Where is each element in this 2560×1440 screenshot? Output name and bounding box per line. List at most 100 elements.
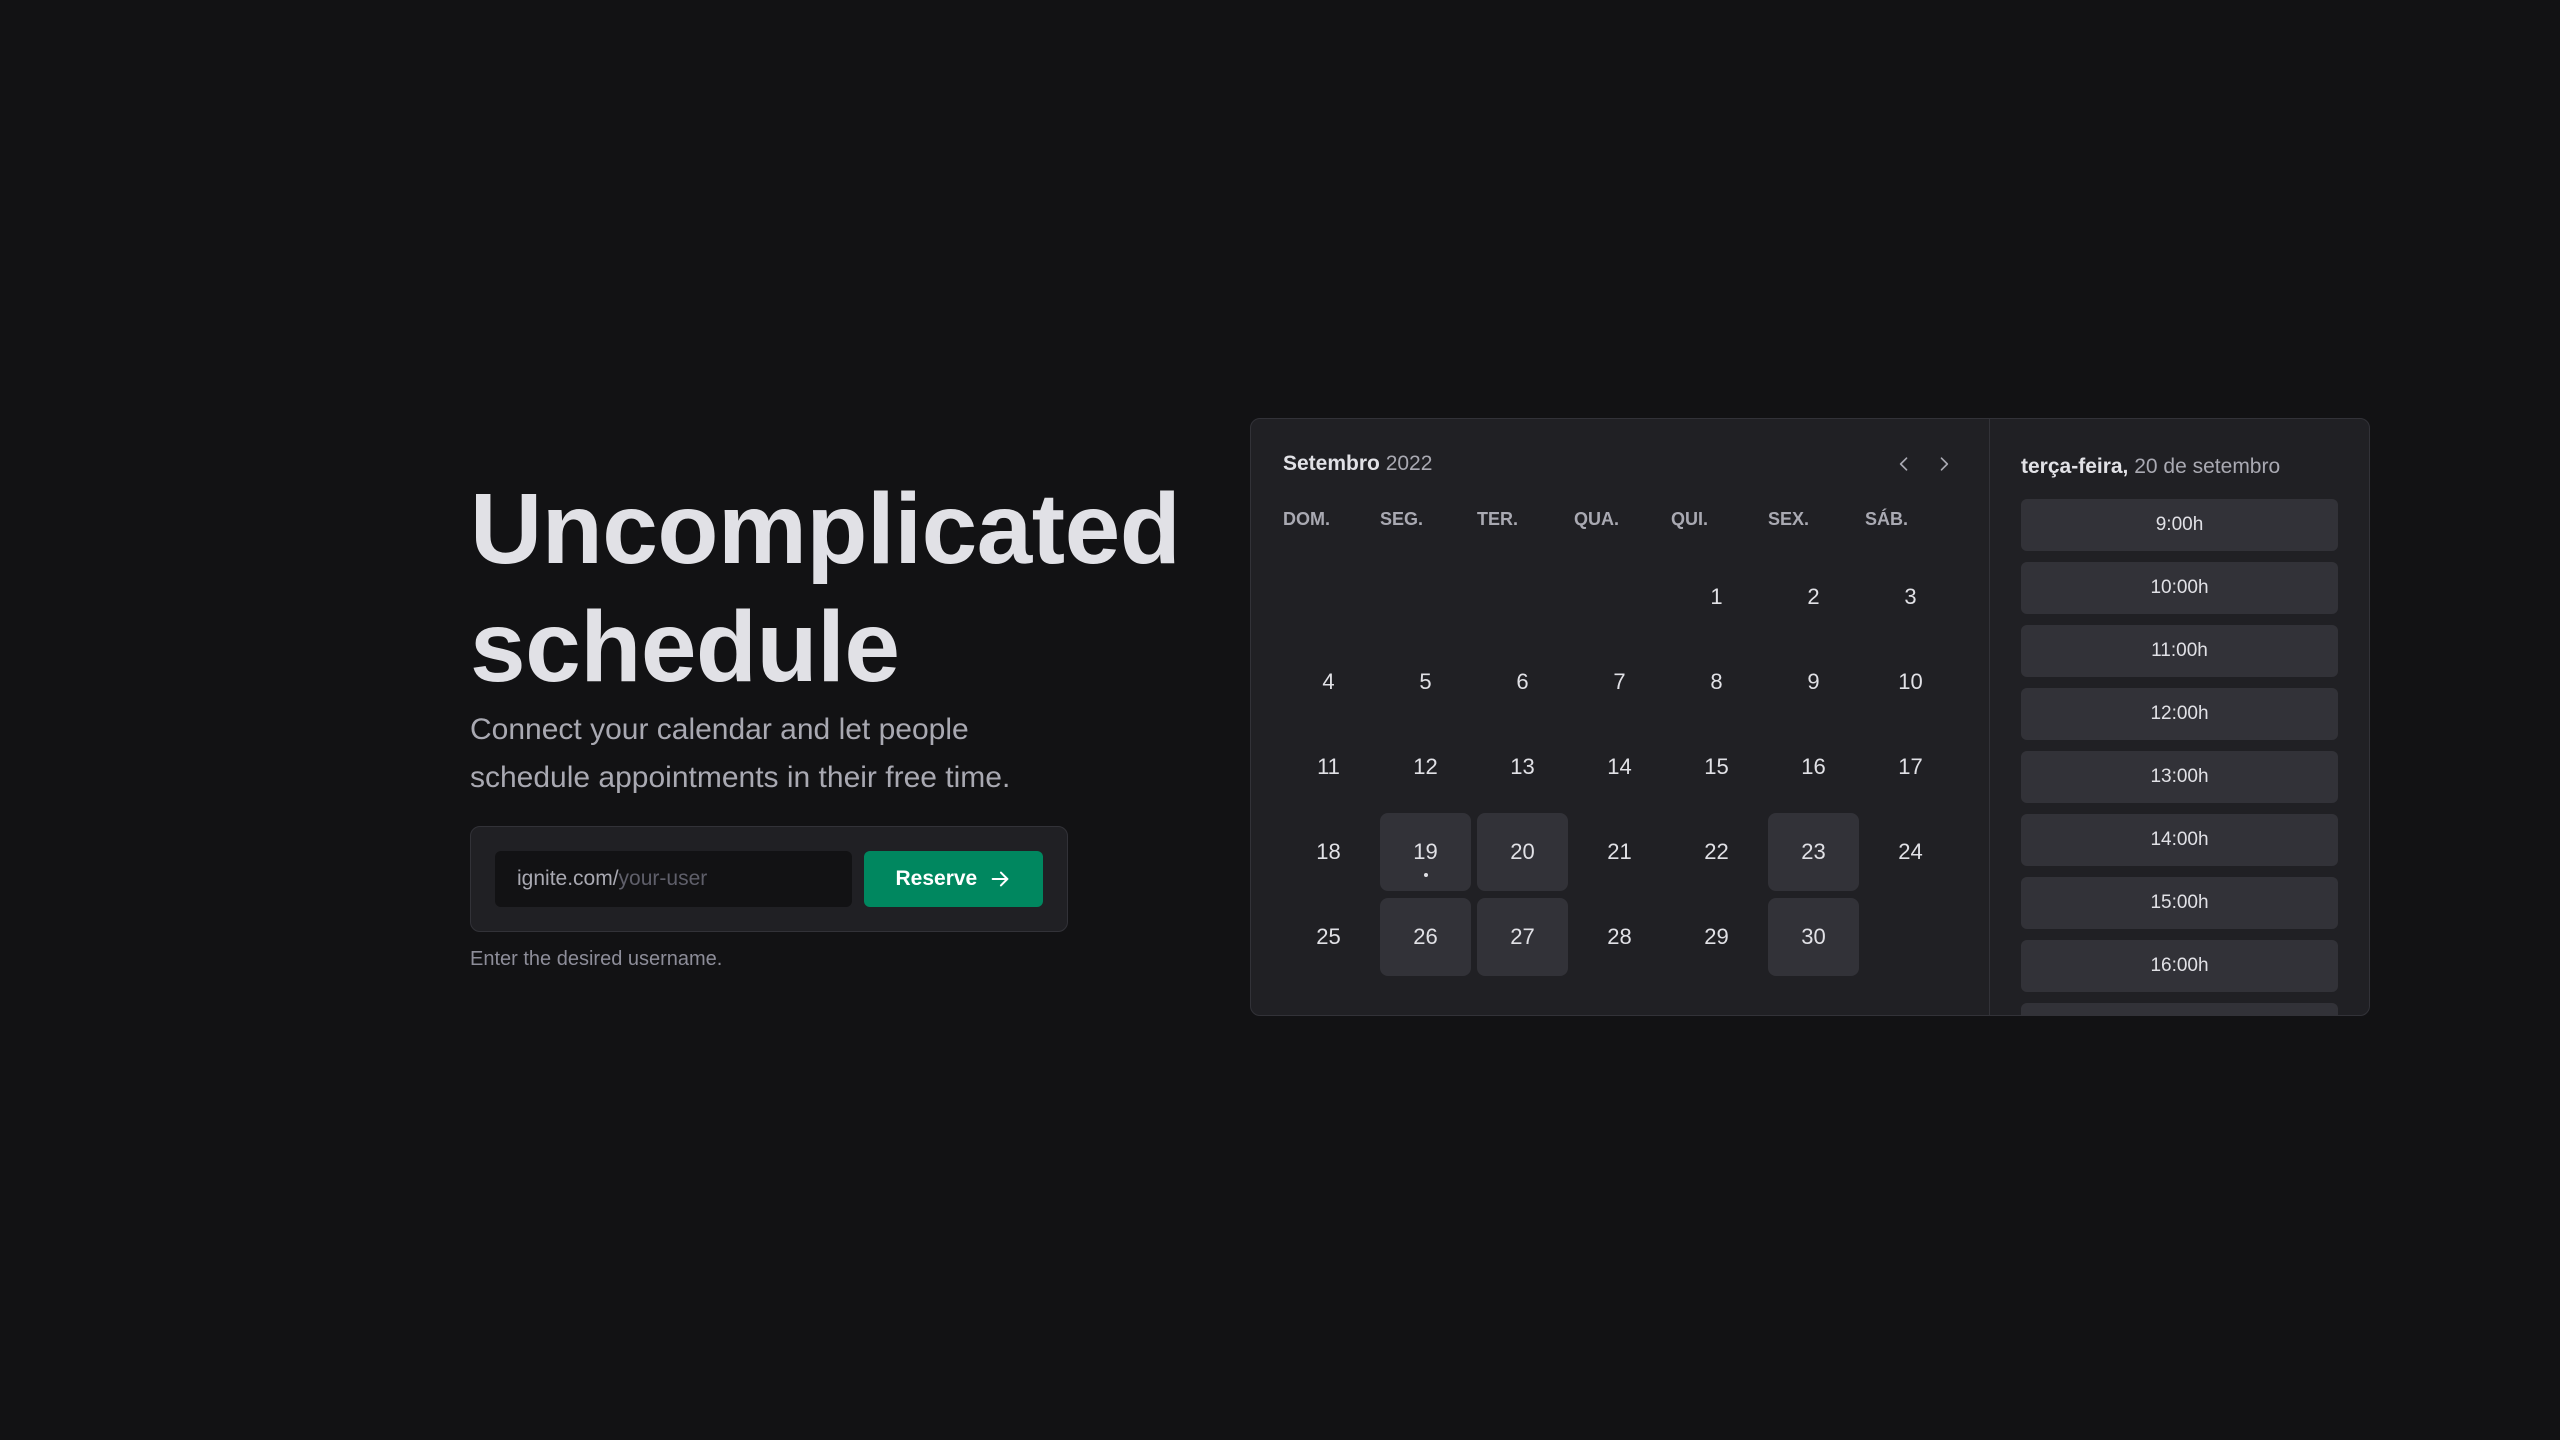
time-slot-button[interactable]: 12:00h [2021, 688, 2338, 740]
next-month-button[interactable] [1931, 451, 1957, 477]
calendar-day-number: 27 [1510, 924, 1535, 949]
calendar-day-empty [1477, 558, 1568, 636]
calendar-day: 3 [1865, 558, 1956, 636]
time-slot-button[interactable]: 10:00h [2021, 562, 2338, 614]
calendar-day-number: 16 [1801, 754, 1826, 779]
calendar-day: 2 [1768, 558, 1859, 636]
calendar-day-number: 12 [1413, 754, 1438, 779]
calendar-day: 11 [1283, 728, 1374, 806]
weekday-label: SEX. [1768, 509, 1810, 529]
calendar-day: 21 [1574, 813, 1665, 891]
calendar-day: 24 [1865, 813, 1956, 891]
calendar-day: 25 [1283, 898, 1374, 976]
calendar-day-number: 5 [1419, 669, 1432, 694]
time-slot-button[interactable]: 16:00h [2021, 940, 2338, 992]
reserve-button[interactable]: Reserve [863, 851, 1043, 907]
calendar-day-number: 6 [1516, 669, 1529, 694]
hero-title-line2: schedule [470, 591, 900, 703]
calendar-preview: Setembro 2022 DOM. SEG. TER. QUA. QUI. SEX. SÁ… [1250, 418, 2370, 1016]
hero-subtitle: Connect your calendar and let people sch… [470, 713, 1011, 794]
calendar-day-number: 14 [1607, 754, 1632, 779]
calendar-day: 22 [1671, 813, 1762, 891]
time-slot-button[interactable] [2021, 1003, 2338, 1015]
calendar-weekdays: DOM. SEG. TER. QUA. QUI. SEX. SÁB. [1283, 509, 1957, 530]
calendar-day-number: 21 [1607, 839, 1632, 864]
username-input-placeholder: your-user [618, 867, 708, 890]
calendar-day: 16 [1768, 728, 1859, 806]
username-input[interactable]: ignite.com/your-user [495, 851, 852, 907]
calendar-day-number: 19 [1413, 839, 1438, 864]
time-slot-button[interactable]: 11:00h [2021, 625, 2338, 677]
calendar-day[interactable]: 30 [1768, 898, 1859, 976]
weekday-label: SÁB. [1865, 509, 1909, 529]
calendar-day-number: 11 [1317, 754, 1340, 779]
calendar-day: 18 [1283, 813, 1374, 891]
time-slot-button[interactable]: 9:00h [2021, 499, 2338, 551]
prev-month-button[interactable] [1891, 451, 1917, 477]
calendar-day-number: 29 [1704, 924, 1729, 949]
calendar-month: Setembro [1283, 452, 1380, 475]
calendar-day-number: 9 [1807, 669, 1820, 694]
calendar-day-number: 13 [1510, 754, 1535, 779]
claim-username-form: ignite.com/your-user Reserve [470, 826, 1068, 932]
weekday-label: QUI. [1671, 509, 1709, 529]
time-picker-weekday: terça-feira, [2021, 455, 2129, 478]
weekday-label: TER. [1477, 509, 1519, 529]
calendar-day: 9 [1768, 643, 1859, 721]
chevron-right-icon [1940, 457, 1949, 471]
weekday-label: DOM. [1283, 509, 1330, 529]
arrow-right-icon [991, 871, 1009, 887]
page: Uncomplicated schedule Connect your cale… [0, 0, 2560, 1440]
calendar-day: 12 [1380, 728, 1471, 806]
time-slot-button[interactable]: 14:00h [2021, 814, 2338, 866]
time-slot-button[interactable]: 15:00h [2021, 877, 2338, 929]
calendar-day-number: 30 [1801, 924, 1826, 949]
calendar-day-number: 23 [1801, 839, 1826, 864]
hero-section: Uncomplicated schedule Connect your cale… [470, 470, 1181, 971]
calendar-day: 14 [1574, 728, 1665, 806]
calendar-day[interactable]: 27 [1477, 898, 1568, 976]
calendar-day: 1 [1671, 558, 1762, 636]
calendar-nav [1891, 451, 1957, 477]
hero-title: Uncomplicated schedule [470, 470, 1181, 706]
calendar-day-number: 8 [1710, 669, 1723, 694]
calendar-day-number: 24 [1898, 839, 1923, 864]
calendar-title: Setembro 2022 [1283, 452, 1432, 476]
calendar-day-number: 17 [1898, 754, 1923, 779]
calendar-day-number: 15 [1704, 754, 1729, 779]
calendar-day-empty [1283, 558, 1374, 636]
calendar-day-empty [1574, 558, 1665, 636]
calendar-day: 15 [1671, 728, 1762, 806]
calendar-day-number: 28 [1607, 924, 1632, 949]
chevron-left-icon [1899, 457, 1908, 471]
calendar-day: 28 [1574, 898, 1665, 976]
calendar-day-number: 25 [1316, 924, 1341, 949]
calendar-day: 10 [1865, 643, 1956, 721]
calendar-day-number: 10 [1898, 669, 1923, 694]
calendar-day-number: 20 [1510, 839, 1535, 864]
time-picker-header: terça-feira, 20 de setembro [2021, 451, 2338, 483]
time-slot-list: 9:00h 10:00h 11:00h 12:00h 13:00h 14:00h 15:00… [2021, 499, 2338, 1015]
calendar-day[interactable]: 19 [1380, 813, 1471, 891]
time-picker-date: 20 de setembro [2134, 455, 2281, 478]
calendar-day-number: 1 [1710, 584, 1723, 609]
calendar-day: 6 [1477, 643, 1568, 721]
calendar-day-number: 18 [1316, 839, 1341, 864]
calendar-day-number: 7 [1613, 669, 1626, 694]
calendar-day: 4 [1283, 643, 1374, 721]
calendar-days: 1 2 3 4 5 6 7 8 9 10 11 12 13 14 15 16 17 18 19 20 21 22 23 24 2… [1283, 558, 1957, 983]
username-input-prefix: ignite.com/ [517, 867, 619, 890]
calendar-day: 17 [1865, 728, 1956, 806]
today-indicator-dot [1423, 873, 1428, 877]
reserve-button-label: Reserve [895, 867, 978, 890]
calendar-day[interactable]: 26 [1380, 898, 1471, 976]
time-slot-button[interactable]: 13:00h [2021, 751, 2338, 803]
calendar-day-number: 2 [1807, 584, 1820, 609]
hero-title-line1: Uncomplicated [470, 473, 1181, 585]
calendar-day-number: 3 [1904, 584, 1917, 609]
calendar-day[interactable]: 20 [1477, 813, 1568, 891]
calendar-day-empty [1380, 558, 1471, 636]
calendar-day[interactable]: 23 [1768, 813, 1859, 891]
calendar-day: 13 [1477, 728, 1568, 806]
calendar: Setembro 2022 DOM. SEG. TER. QUA. QUI. SEX. SÁ… [1251, 419, 1989, 1015]
